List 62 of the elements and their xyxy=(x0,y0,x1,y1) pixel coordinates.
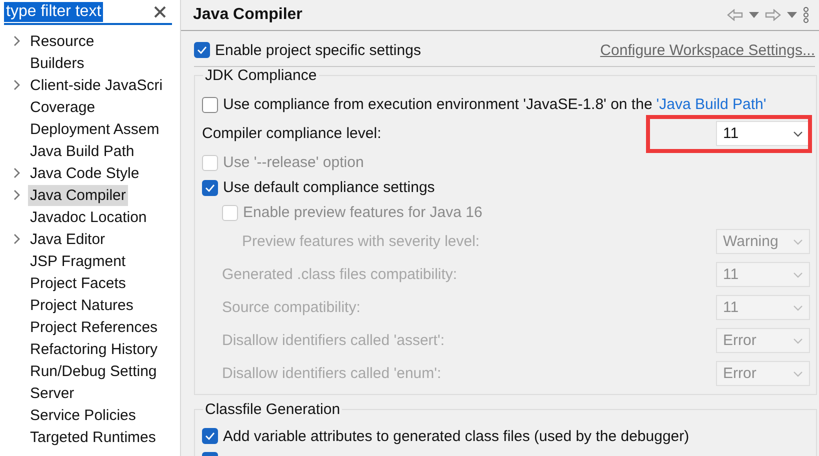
tree-item[interactable]: Resource xyxy=(28,30,96,52)
checkbox[interactable] xyxy=(202,428,218,444)
checkbox-label: Enable preview features for Java 16 xyxy=(243,204,482,221)
tree-item[interactable]: Targeted Runtimes xyxy=(28,426,158,448)
tree-item[interactable]: Deployment Assem xyxy=(28,118,162,140)
tree-item[interactable]: Project Facets xyxy=(28,272,128,294)
tree-item[interactable]: Project References xyxy=(28,316,160,338)
chevron-down-icon xyxy=(793,130,803,136)
setting-label: Disallow identifiers called 'assert': xyxy=(222,332,446,349)
tree-item[interactable]: Java Editor xyxy=(28,228,108,250)
tree-item[interactable]: Run/Debug Setting xyxy=(28,360,159,382)
checkbox-label: Use '--release' option xyxy=(223,154,364,171)
setting-label: Disallow identifiers called 'enum': xyxy=(222,365,442,382)
checkbox-label: Enable project specific settings xyxy=(215,42,421,58)
chevron-down-icon xyxy=(793,238,803,244)
tree-item[interactable]: Refactoring History xyxy=(28,338,160,360)
setting-label: Compiler compliance level: xyxy=(202,125,382,142)
check-icon xyxy=(197,46,207,54)
dropdown-icon[interactable] xyxy=(787,12,797,18)
chevron-right-icon[interactable] xyxy=(13,167,21,179)
checkbox-label: Use compliance from execution environment 'JavaSE-1.8' on the xyxy=(223,96,652,113)
chevron-right-icon[interactable] xyxy=(13,79,21,91)
page-title: Java Compiler xyxy=(193,6,302,24)
tree-item[interactable]: Java Compiler xyxy=(28,184,128,206)
tree-item[interactable]: Javadoc Location xyxy=(28,206,149,228)
chevron-right-icon[interactable] xyxy=(13,189,21,201)
tree-item[interactable]: Service Policies xyxy=(28,404,138,426)
tree-item[interactable]: Builders xyxy=(28,52,86,74)
more-menu-icon[interactable] xyxy=(803,7,809,23)
check-icon xyxy=(205,432,215,440)
tree-item[interactable]: Client-side JavaScri xyxy=(28,74,165,96)
checkbox[interactable] xyxy=(202,96,218,112)
tree-item[interactable]: Server xyxy=(28,382,76,404)
filter-field[interactable]: type filter text xyxy=(4,1,172,25)
group-title: JDK Compliance xyxy=(203,67,319,85)
checkbox-label: Add variable attributes to generated class files (used by the debugger) xyxy=(223,428,690,444)
chevron-down-icon xyxy=(793,370,803,376)
java-build-path-link[interactable]: 'Java Build Path' xyxy=(656,96,766,113)
setting-label: Generated .class files compatibility: xyxy=(222,266,458,283)
check-icon xyxy=(205,184,215,192)
dropdown[interactable]: 11 xyxy=(716,121,810,146)
tree-item[interactable]: JSP Fragment xyxy=(28,250,128,272)
tree-item[interactable]: Project Natures xyxy=(28,294,136,316)
filter-text: type filter text xyxy=(4,2,104,22)
chevron-right-icon[interactable] xyxy=(13,35,21,47)
dropdown-icon[interactable] xyxy=(749,12,759,18)
forward-arrow-icon[interactable] xyxy=(765,9,781,21)
chevron-down-icon xyxy=(793,338,803,344)
checkbox[interactable] xyxy=(202,180,218,196)
chevron-down-icon xyxy=(793,272,803,278)
tree-item[interactable]: Java Build Path xyxy=(28,140,136,162)
setting-label: Source compatibility: xyxy=(222,299,362,316)
tree-item[interactable]: Coverage xyxy=(28,96,98,118)
workspace-settings-link[interactable]: Configure Workspace Settings... xyxy=(600,42,815,58)
setting-label: Preview features with severity level: xyxy=(242,233,481,250)
back-arrow-icon[interactable] xyxy=(727,9,743,21)
chevron-down-icon xyxy=(793,304,803,310)
chevron-right-icon[interactable] xyxy=(13,233,21,245)
checkbox[interactable] xyxy=(194,42,210,58)
checkbox-label: Use default compliance settings xyxy=(223,179,435,196)
tree-item[interactable]: Java Code Style xyxy=(28,162,142,184)
clear-icon[interactable] xyxy=(154,6,166,18)
